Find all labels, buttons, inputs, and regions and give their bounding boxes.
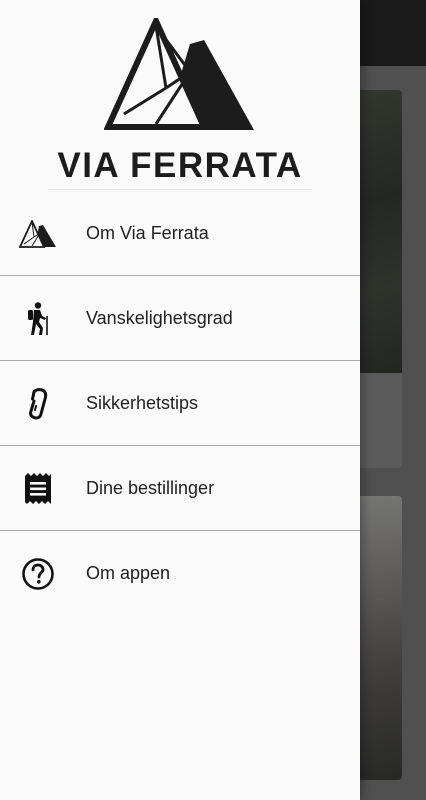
menu-item-vanskelighetsgrad[interactable]: Vanskelighetsgrad — [0, 276, 360, 361]
menu-item-label: Dine bestillinger — [86, 478, 215, 498]
menu-item-label: Vanskelighetsgrad — [86, 308, 233, 328]
menu-item-om-appen[interactable]: Om appen — [0, 531, 360, 615]
menu-item-om-via-ferrata[interactable]: Om Via Ferrata — [0, 191, 360, 276]
drawer-header: VIA FERRATA — [0, 0, 360, 190]
menu-item-label: Om appen — [86, 563, 171, 583]
receipt-icon — [18, 472, 58, 506]
hiker-icon — [18, 302, 58, 336]
carabiner-icon — [18, 387, 58, 421]
menu-item-dine-bestillinger[interactable]: Dine bestillinger — [0, 446, 360, 531]
drawer-menu: Om Via Ferrata Vanskelighetsgrad Sikkerh… — [0, 191, 360, 615]
mountain-icon — [18, 217, 58, 251]
menu-item-label: Om Via Ferrata — [86, 223, 209, 243]
header-divider — [48, 189, 312, 190]
mountain-logo — [104, 18, 254, 130]
menu-item-label: Sikkerhetstips — [86, 393, 199, 413]
help-circle-icon — [18, 557, 58, 591]
brand-title: VIA FERRATA — [57, 146, 303, 185]
menu-item-sikkerhetstips[interactable]: Sikkerhetstips — [0, 361, 360, 446]
navigation-drawer: VIA FERRATA Om Via Ferrata Vanskelighets… — [0, 0, 360, 800]
